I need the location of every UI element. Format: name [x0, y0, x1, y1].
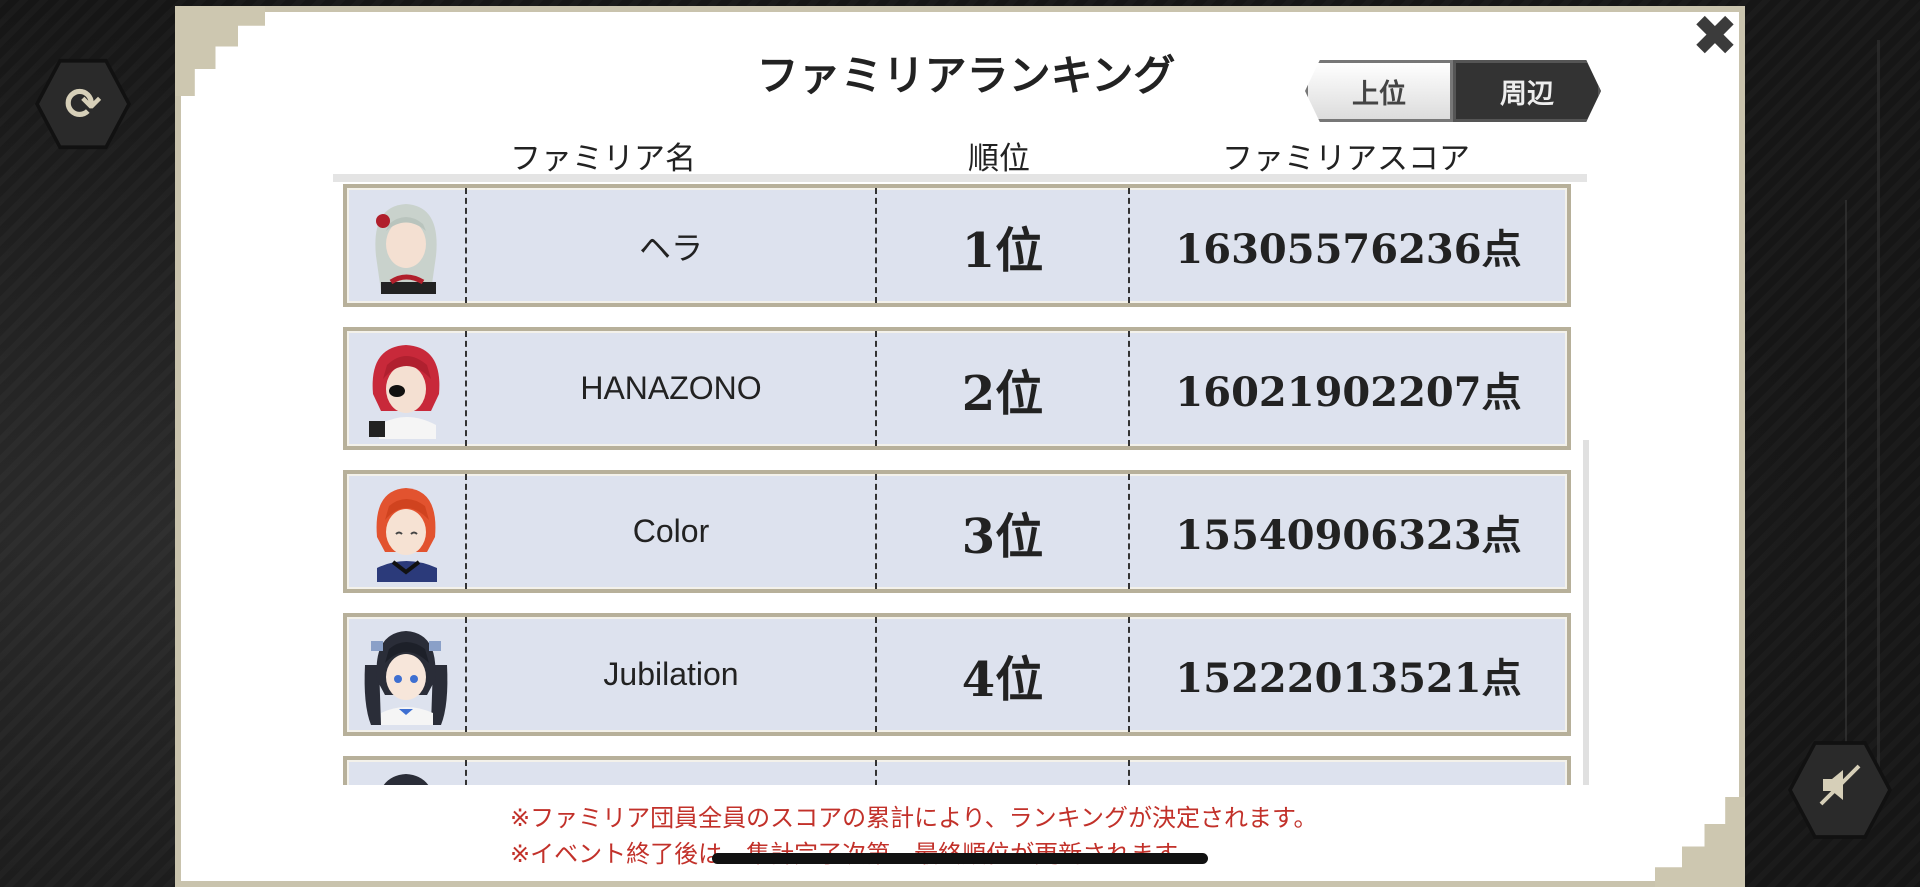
ranking-list[interactable]: ヘラ 1位 16305576236点 HANAZONO 2位 160219022…: [333, 174, 1587, 785]
familia-name: [467, 760, 877, 785]
close-button[interactable]: ✖: [1690, 9, 1740, 65]
avatar-cell: [347, 760, 467, 785]
character-avatar-icon: [369, 344, 440, 439]
ranking-row[interactable]: HANAZONO 2位 16021902207点: [343, 327, 1571, 450]
familia-name: ヘラ: [467, 188, 877, 303]
ranking-row[interactable]: [343, 756, 1571, 785]
header-familia-name: ファミリア名: [510, 141, 696, 177]
ranking-row[interactable]: ヘラ 1位 16305576236点: [343, 184, 1571, 307]
ranking-tabs: 上位 周辺: [1305, 60, 1601, 122]
rank-value: 4位: [877, 617, 1130, 732]
list-scrollbar[interactable]: [1583, 440, 1589, 785]
character-avatar-icon: [376, 487, 437, 582]
familia-name: Color: [467, 474, 877, 589]
tab-nearby[interactable]: 周辺: [1453, 60, 1601, 122]
familia-name: HANAZONO: [467, 331, 877, 446]
ranking-row[interactable]: Jubilation 4位 15222013521点: [343, 613, 1571, 736]
rank-value: 1位: [877, 188, 1130, 303]
character-avatar-icon: [364, 630, 448, 725]
avatar-cell: [347, 188, 467, 303]
avatar-cell: [347, 474, 467, 589]
frame-corner-decoration: [1655, 797, 1745, 887]
character-avatar-icon: [375, 203, 437, 294]
header-familia-score: ファミリアスコア: [1222, 141, 1470, 177]
close-icon: ✖: [1691, 4, 1739, 69]
score-value: 16021902207点: [1175, 368, 1522, 416]
home-indicator[interactable]: [712, 853, 1208, 864]
tab-top[interactable]: 上位: [1305, 60, 1453, 122]
ranking-row[interactable]: Color 3位 15540906323点: [343, 470, 1571, 593]
score-value: 15540906323点: [1175, 511, 1522, 559]
character-avatar-icon: [383, 773, 429, 785]
score-value: 15222013521点: [1175, 654, 1522, 702]
familia-name: Jubilation: [467, 617, 877, 732]
rank-value: 3位: [877, 474, 1130, 589]
rank-value: [877, 760, 1130, 785]
sound-off-icon: [1817, 762, 1863, 819]
header-rank: 順位: [968, 141, 1030, 177]
refresh-icon: ⟳: [64, 78, 102, 130]
note-line: ※ファミリア団員全員のスコアの累計により、ランキングが決定されます。: [510, 804, 1318, 832]
score-value: 16305576236点: [1175, 225, 1522, 273]
rank-value: 2位: [877, 331, 1130, 446]
score-value: [1130, 760, 1567, 785]
avatar-cell: [347, 331, 467, 446]
avatar-cell: [347, 617, 467, 732]
